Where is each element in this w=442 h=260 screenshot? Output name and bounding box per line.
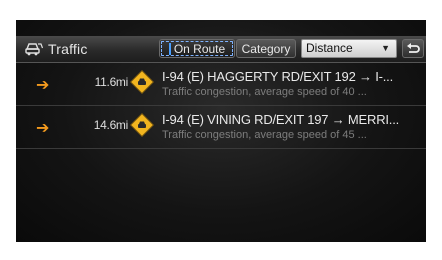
item-road: I-94 (E) HAGGERTY RD/EXIT 192 → I-... [162, 69, 393, 84]
list-item[interactable]: ➔ 14.6mi I-94 (E) VINING RD/EXIT 197 → M… [16, 106, 426, 149]
tab-category[interactable]: Category [236, 39, 296, 58]
sort-dropdown-value: Distance [306, 41, 353, 55]
page-title: Traffic [48, 41, 88, 57]
nav-screen: Traffic On Route Category Distance ▼ ➔ 1… [16, 20, 426, 242]
sort-dropdown[interactable]: Distance ▼ [301, 39, 397, 58]
road-warning-icon [130, 113, 154, 137]
right-arrow-icon: ➔ [36, 77, 50, 94]
item-distance: 11.6mi [94, 75, 129, 89]
header-title-group: Traffic [24, 39, 88, 59]
traffic-list: ➔ 11.6mi I-94 (E) HAGGERTY RD/EXIT 192 →… [16, 63, 426, 149]
back-icon [407, 43, 420, 53]
item-road: I-94 (E) VINING RD/EXIT 197 → MERRI... [162, 112, 400, 127]
list-item[interactable]: ➔ 11.6mi I-94 (E) HAGGERTY RD/EXIT 192 →… [16, 63, 426, 106]
item-description: Traffic congestion, average speed of 40 … [162, 86, 367, 98]
road-warning-icon [130, 70, 154, 94]
tab-on-route[interactable]: On Route [159, 39, 235, 58]
item-distance: 14.6mi [93, 118, 129, 132]
tab-on-route-label: On Route [173, 42, 226, 56]
right-arrow-icon: ➔ [36, 120, 50, 137]
header-bar: Traffic On Route Category Distance ▼ [16, 36, 426, 63]
traffic-icon [25, 43, 44, 56]
focus-cursor [168, 43, 171, 55]
tab-category-label: Category [241, 42, 291, 56]
back-button[interactable] [402, 39, 424, 58]
dropdown-arrow-icon: ▼ [381, 43, 390, 53]
item-description: Traffic congestion, average speed of 45 … [162, 129, 367, 141]
